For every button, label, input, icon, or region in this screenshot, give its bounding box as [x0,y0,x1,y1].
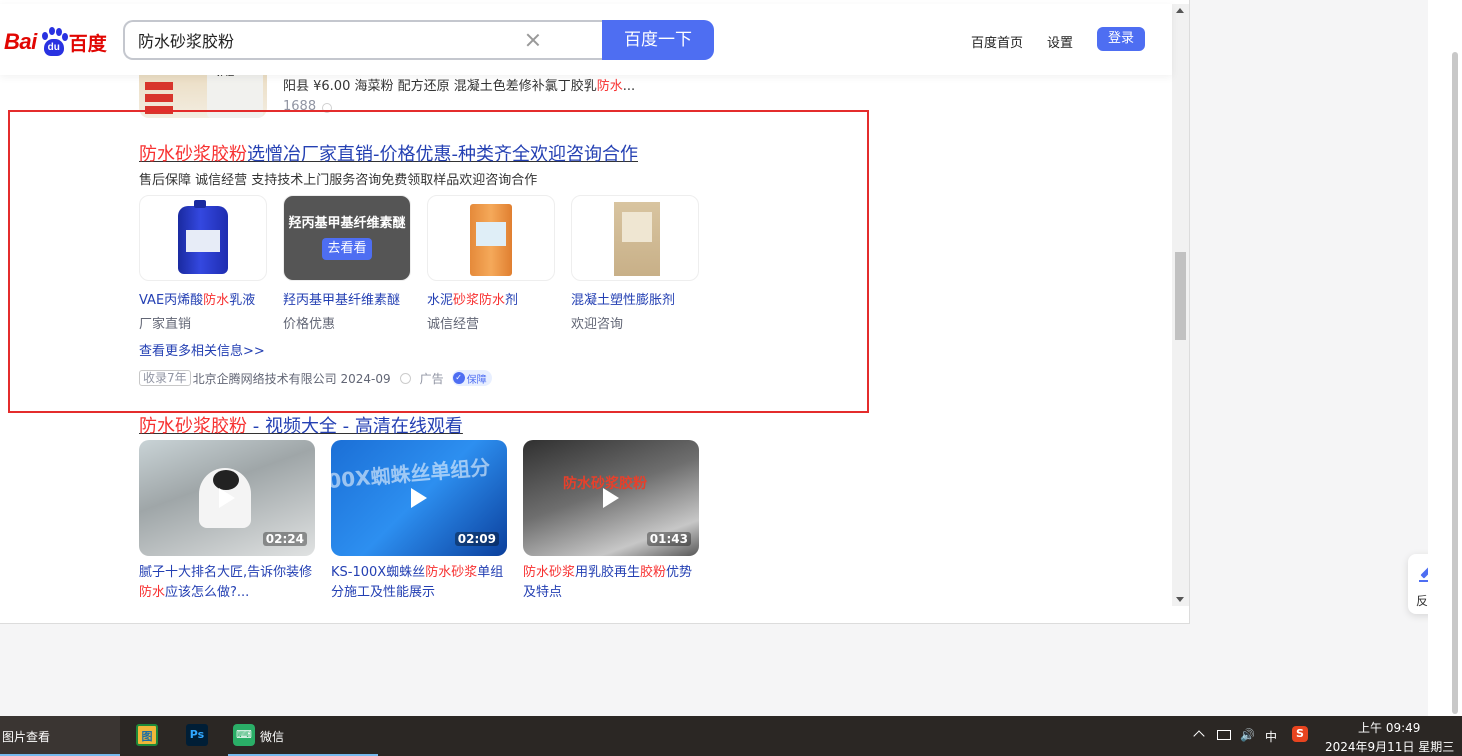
video-thumbnail[interactable]: 防水砂浆胶粉 01:43 [523,440,699,556]
video-caption[interactable]: 防水砂浆用乳胶再生胶粉优势及特点 [523,563,699,603]
search-box [123,20,605,60]
video-duration: 02:24 [262,532,307,546]
input-method-indicator[interactable]: 中 [1265,728,1277,745]
wechat-icon[interactable]: ⌨ [233,724,255,746]
logo-bai-text: Bai [4,29,37,54]
video-caption[interactable]: 腻子十大排名大匠,告诉你装修防水应该怎么做?... [139,563,315,603]
photoshop-icon[interactable]: Ps [186,724,208,746]
play-icon [603,488,619,508]
annotation-highlight-box [8,110,869,413]
logo-cn-text: 百度 [68,32,107,55]
sogou-icon[interactable]: S [1292,726,1308,742]
play-icon [411,488,427,508]
baidu-logo[interactable]: Bai du 百度 [4,26,107,58]
tray-expand-icon[interactable] [1193,730,1205,742]
settings-link[interactable]: 设置 [1047,32,1073,51]
clock-date[interactable]: 2024年9月11日 星期三 [1325,738,1454,755]
outer-scroll-thumb[interactable] [1452,52,1458,714]
search-button[interactable]: 百度一下 [602,20,714,60]
previous-result-snippet: 阳县 ¥6.00 海菜粉 配方还原 混凝土色差修补氯丁胶乳防水... [283,79,636,94]
video-thumbnail[interactable]: 02:24 [139,440,315,556]
video-thumbnail[interactable]: 00X蜘蛛丝单组分 02:09 [331,440,507,556]
clock-time[interactable]: 上午 09:49 [1358,719,1420,736]
search-header: Bai du 百度 百度一下 百度首页 设置 登录 [0,4,1172,75]
video-result-title[interactable]: 防水砂浆胶粉 - 视频大全 - 高清在线观看 [139,412,463,438]
paw-icon: du [38,27,68,57]
login-button[interactable]: 登录 [1097,27,1145,51]
home-link[interactable]: 百度首页 [971,32,1023,51]
logo-du-text: du [43,39,64,56]
scroll-down-arrow-icon[interactable] [1176,597,1184,602]
clear-icon[interactable] [523,30,543,50]
image-app-icon[interactable]: 图 [136,724,158,746]
network-icon[interactable] [1217,730,1231,740]
video-caption[interactable]: KS-100X蜘蛛丝防水砂浆单组分施工及性能展示 [331,563,507,603]
scroll-up-arrow-icon[interactable] [1176,8,1184,13]
taskbar: 图片查看 图 Ps 微信 ⌨ 🔊 中 S 上午 09:49 2024年9月11日… [0,716,1462,756]
taskbar-item-image-viewer[interactable]: 图片查看 [0,716,120,756]
search-input[interactable] [138,22,518,58]
volume-icon[interactable]: 🔊 [1240,728,1255,742]
video-duration: 01:43 [646,532,691,546]
browser-viewport: Bai du 百度 百度一下 百度首页 设置 登录 VAE 阳县 ¥6.00 海… [0,0,1190,624]
inner-scrollbar[interactable] [1172,4,1189,606]
video-duration: 02:09 [454,532,499,546]
play-icon [219,488,235,508]
outer-scrollbar[interactable] [1428,0,1462,716]
scroll-thumb[interactable] [1175,252,1186,340]
